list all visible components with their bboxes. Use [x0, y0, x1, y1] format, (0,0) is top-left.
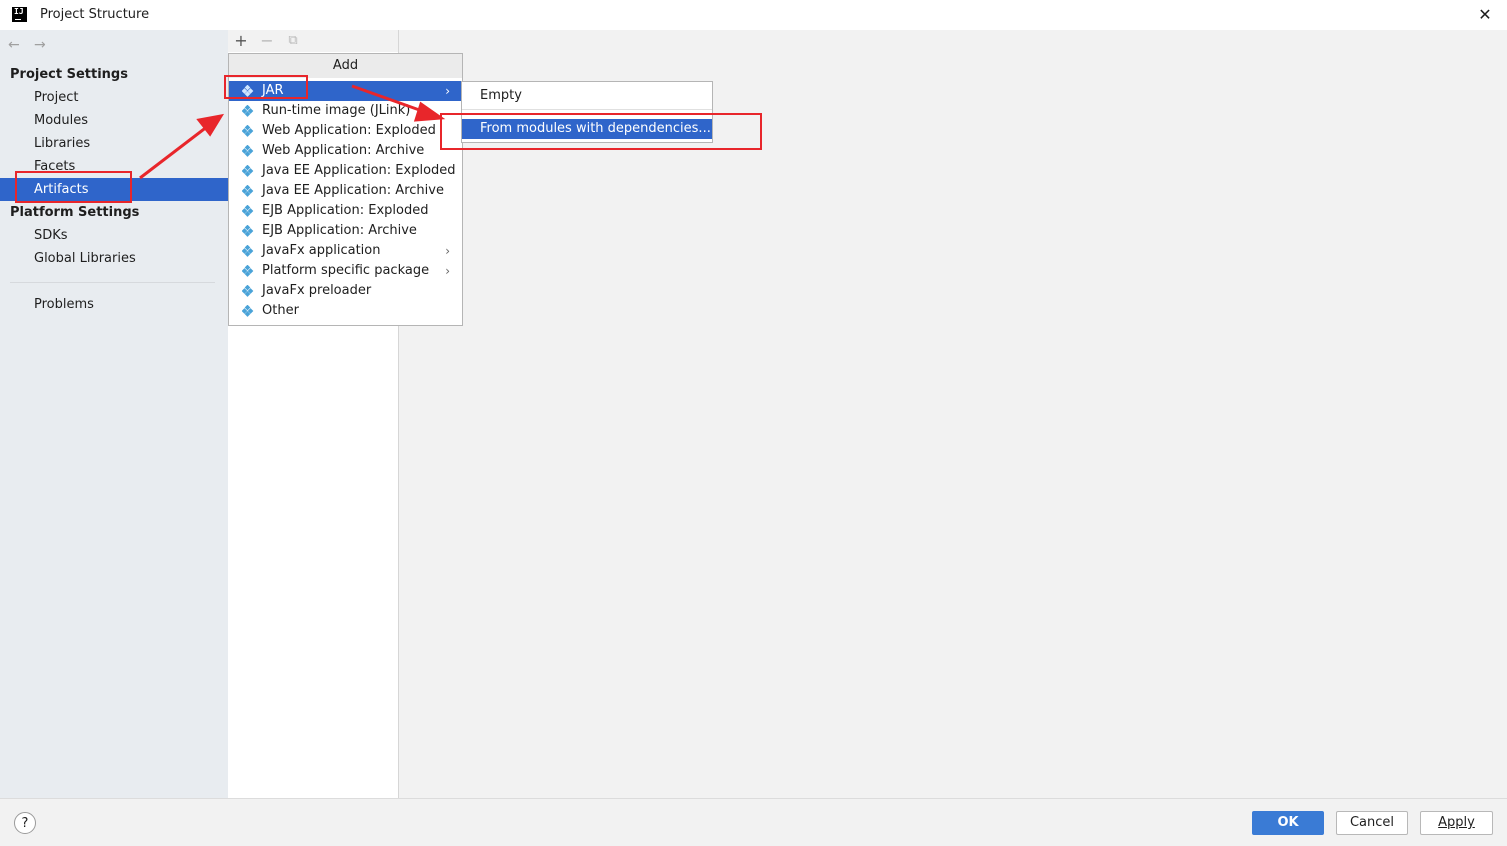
help-icon[interactable]: ? [14, 812, 36, 834]
annotation-arrow-1 [139, 124, 209, 180]
apply-button[interactable]: Apply [1420, 811, 1493, 835]
annotation-arrow-2 [351, 84, 426, 114]
annotation-arrows [139, 84, 446, 180]
annotation-arrow-2-head [413, 101, 446, 122]
dialog-footer: ? OK Cancel Apply [0, 798, 1507, 846]
cancel-button[interactable]: Cancel [1336, 811, 1408, 835]
ok-button[interactable]: OK [1252, 811, 1324, 835]
